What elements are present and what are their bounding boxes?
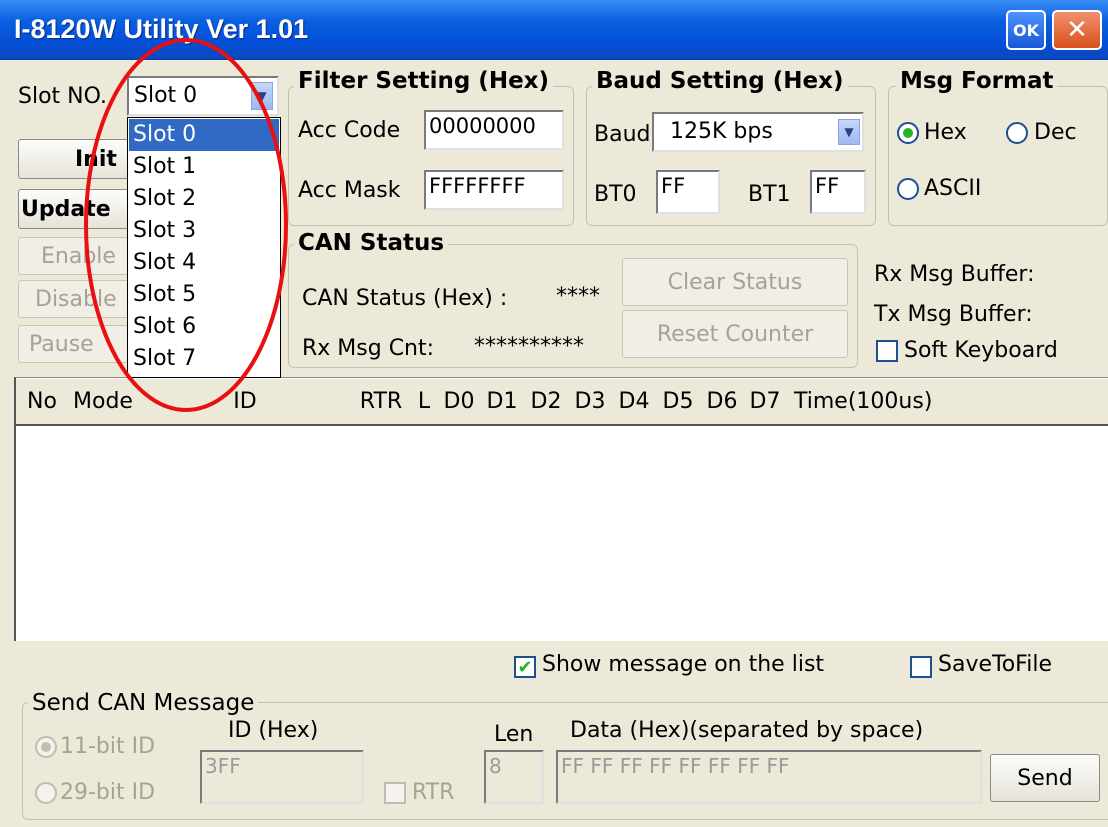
soft-keyboard-checkbox[interactable] <box>876 340 898 362</box>
can-status-value: **** <box>556 284 600 309</box>
save-to-file-label: SaveToFile <box>938 652 1052 677</box>
rx-msg-cnt-value: ********** <box>474 334 584 359</box>
send-can-message-title: Send CAN Message <box>28 690 259 716</box>
slot-option[interactable]: Slot 5 <box>129 279 279 311</box>
baud-label: Baud <box>594 122 651 147</box>
show-message-checkbox[interactable]: ✔ <box>514 656 536 678</box>
slot-dropdown-list[interactable]: Slot 0 Slot 1 Slot 2 Slot 3 Slot 4 Slot … <box>127 117 281 378</box>
close-icon[interactable]: ✕ <box>1052 10 1102 50</box>
rx-msg-cnt-label: Rx Msg Cnt: <box>302 336 435 361</box>
filter-setting-title: Filter Setting (Hex) <box>294 68 554 94</box>
acc-mask-field[interactable]: FFFFFFFF <box>424 170 564 210</box>
ascii-radio[interactable] <box>897 178 919 200</box>
11-bit-id-label: 11-bit ID <box>60 734 156 759</box>
tx-msg-buffer-label: Tx Msg Buffer: <box>874 302 1033 327</box>
column-header-l[interactable]: L <box>410 378 440 426</box>
soft-keyboard-label: Soft Keyboard <box>904 338 1058 363</box>
rx-msg-buffer-label: Rx Msg Buffer: <box>874 262 1035 287</box>
slot-option[interactable]: Slot 6 <box>129 311 279 343</box>
slot-option[interactable]: Slot 1 <box>129 151 279 183</box>
baud-selected-value: 125K bps <box>670 119 773 144</box>
bt0-field[interactable]: FF <box>656 170 720 214</box>
chevron-down-icon[interactable]: ▼ <box>838 119 860 145</box>
29-bit-id-radio[interactable] <box>35 782 57 804</box>
bt1-label: BT1 <box>748 182 791 207</box>
rtr-checkbox[interactable] <box>384 782 406 804</box>
column-header-d2[interactable]: D2 <box>524 378 570 426</box>
chevron-down-icon[interactable]: ▼ <box>251 82 273 110</box>
slot-selected-value: Slot 0 <box>134 83 198 108</box>
slot-select[interactable]: Slot 0 ▼ <box>127 76 279 116</box>
acc-mask-label: Acc Mask <box>298 178 401 203</box>
29-bit-id-label: 29-bit ID <box>60 780 156 805</box>
id-hex-field[interactable]: 3FF <box>200 750 364 804</box>
hex-radio[interactable] <box>897 122 919 144</box>
baud-setting-title: Baud Setting (Hex) <box>592 68 848 94</box>
dec-label: Dec <box>1034 120 1077 145</box>
id-hex-label: ID (Hex) <box>228 718 319 743</box>
msg-format-title: Msg Format <box>896 68 1058 94</box>
column-header-d3[interactable]: D3 <box>568 378 614 426</box>
hex-label: Hex <box>924 120 967 145</box>
column-header-d5[interactable]: D5 <box>656 378 702 426</box>
data-hex-field[interactable]: FF FF FF FF FF FF FF FF <box>556 750 982 804</box>
slot-label: Slot NO. <box>18 84 108 109</box>
acc-code-field[interactable]: 00000000 <box>424 110 564 150</box>
column-header-mode[interactable]: Mode <box>68 378 140 426</box>
can-status-title: CAN Status <box>294 230 449 256</box>
slot-option[interactable]: Slot 2 <box>129 183 279 215</box>
msg-format-group <box>888 86 1108 226</box>
column-header-id[interactable]: ID <box>138 378 354 426</box>
title-bar: I-8120W Utility Ver 1.01 OK ✕ <box>0 0 1108 60</box>
column-header-rtr[interactable]: RTR <box>352 378 412 426</box>
len-label: Len <box>494 722 534 747</box>
slot-option[interactable]: Slot 0 <box>129 119 279 151</box>
ok-button[interactable]: OK <box>1006 10 1046 50</box>
ascii-label: ASCII <box>924 176 982 201</box>
window-title: I-8120W Utility Ver 1.01 <box>14 14 309 44</box>
rtr-label: RTR <box>412 780 455 805</box>
len-field[interactable]: 8 <box>484 750 544 804</box>
send-button[interactable]: Send <box>990 754 1100 802</box>
baud-select[interactable]: 125K bps ▼ <box>652 112 864 152</box>
column-header-no[interactable]: No <box>16 378 70 426</box>
bt0-label: BT0 <box>594 182 637 207</box>
data-hex-label: Data (Hex)(separated by space) <box>570 718 924 743</box>
show-message-label: Show message on the list <box>542 652 825 677</box>
column-header-d1[interactable]: D1 <box>480 378 526 426</box>
acc-code-label: Acc Code <box>298 118 401 143</box>
bt1-field[interactable]: FF <box>810 170 866 214</box>
message-list[interactable]: No Mode ID RTR L D0 D1 D2 D3 D4 D5 D6 D7… <box>14 377 1108 641</box>
column-header-time[interactable]: Time(100us) <box>786 378 1108 426</box>
column-header-d6[interactable]: D6 <box>700 378 746 426</box>
column-header-d4[interactable]: D4 <box>612 378 658 426</box>
slot-option[interactable]: Slot 3 <box>129 215 279 247</box>
column-header-d0[interactable]: D0 <box>438 378 482 426</box>
reset-counter-button[interactable]: Reset Counter <box>622 310 848 358</box>
can-status-label: CAN Status (Hex) : <box>302 286 508 311</box>
dec-radio[interactable] <box>1006 122 1028 144</box>
11-bit-id-radio[interactable] <box>35 736 57 758</box>
column-header-d7[interactable]: D7 <box>744 378 788 426</box>
slot-option[interactable]: Slot 4 <box>129 247 279 279</box>
slot-option[interactable]: Slot 7 <box>129 343 279 375</box>
clear-status-button[interactable]: Clear Status <box>622 258 848 306</box>
save-to-file-checkbox[interactable] <box>910 656 932 678</box>
